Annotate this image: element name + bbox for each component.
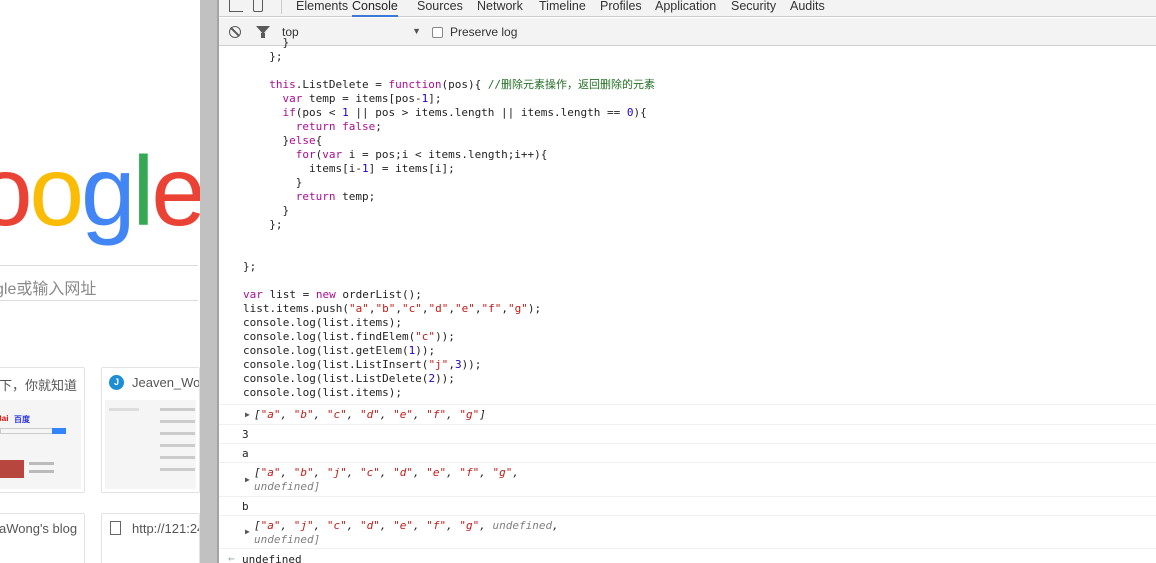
- code-line: }else{: [256, 134, 323, 147]
- most-visited-tile[interactable]: 下，你就知道 Bai 百度: [0, 367, 85, 493]
- tab-console[interactable]: Console: [352, 0, 398, 17]
- clear-console-icon[interactable]: [229, 26, 241, 38]
- code-line: return false;: [295, 120, 382, 133]
- code-line: }: [256, 204, 290, 217]
- most-visited-tile[interactable]: http://121:24: [101, 513, 200, 563]
- toolbar-divider: [281, 0, 282, 14]
- search-box-bottom-border: [0, 300, 198, 301]
- code-line: };: [256, 218, 283, 231]
- document-icon: [110, 521, 121, 535]
- code-line: var list = new orderList();: [243, 288, 422, 301]
- dropdown-arrow-icon: ▼: [412, 26, 421, 36]
- most-visited-tile[interactable]: aWong's blog: [0, 513, 85, 563]
- devtools-tab-bar: Elements Console Sources Network Timelin…: [219, 0, 1156, 17]
- array-output-line[interactable]: undefined]: [254, 533, 320, 547]
- echoed-code-block: } }; this.ListDelete = function(pos){ //…: [243, 36, 1143, 400]
- console-output: } }; this.ListDelete = function(pos){ //…: [219, 36, 1156, 563]
- array-output-line[interactable]: undefined]: [254, 480, 320, 494]
- logo-letter: g: [81, 136, 135, 246]
- string-output: b: [242, 500, 249, 513]
- code-line: console.log(list.findElem("c"));: [243, 330, 455, 343]
- console-result: ← undefined: [219, 548, 1156, 563]
- console-message: a: [219, 443, 1156, 462]
- tab-audits[interactable]: Audits: [790, 0, 825, 17]
- logo-letter: o: [29, 136, 84, 246]
- code-line: };: [243, 260, 257, 273]
- tab-security[interactable]: Security: [731, 0, 776, 17]
- most-visited-tile[interactable]: J Jeaven_Wo: [101, 367, 200, 493]
- logo-letter: o: [0, 136, 32, 246]
- code-line: }: [256, 36, 290, 49]
- console-message: b: [219, 496, 1156, 515]
- tab-network[interactable]: Network: [477, 0, 523, 17]
- string-output: a: [242, 447, 249, 460]
- code-line: console.log(list.ListDelete(2));: [243, 372, 455, 385]
- number-output: 3: [242, 428, 249, 441]
- tab-profiles[interactable]: Profiles: [600, 0, 642, 17]
- code-line: }: [256, 176, 303, 189]
- console-message: ▶ ["a", "b", "j", "c", "d", "e", "f", "g…: [219, 462, 1156, 496]
- filter-icon[interactable]: [256, 26, 270, 38]
- expand-triangle-icon[interactable]: ▶: [245, 473, 250, 487]
- code-line: if(pos < 1 || pos > items.length || item…: [282, 106, 647, 119]
- array-output[interactable]: ["a", "b", "c", "d", "e", "f", "g"]: [254, 408, 486, 422]
- logo-letter: e: [151, 136, 200, 246]
- logo-letter: l: [132, 136, 155, 246]
- code-line: return temp;: [295, 190, 376, 203]
- tile-title: aWong's blog: [0, 521, 78, 536]
- tile-title: http://121:24: [132, 521, 200, 536]
- code-line: console.log(list.getElem(1));: [243, 344, 436, 357]
- device-toolbar-icon[interactable]: [253, 0, 263, 12]
- console-message: ▶ ["a", "b", "c", "d", "e", "f", "g"]: [219, 404, 1156, 424]
- result-arrow-icon: ←: [228, 552, 235, 563]
- console-message: 3: [219, 424, 1156, 443]
- code-line: var temp = items[pos-1];: [282, 92, 442, 105]
- code-line: list.items.push("a","b","c","d","e","f",…: [243, 302, 542, 315]
- tile-thumbnail: Bai 百度: [0, 400, 81, 489]
- expand-triangle-icon[interactable]: ▶: [245, 525, 250, 539]
- google-logo: oogle: [0, 142, 200, 240]
- code-line: console.log(list.items);: [243, 316, 402, 329]
- code-line: items[i-1] = items[i];: [256, 162, 455, 175]
- tile-title: 下，你就知道: [0, 378, 78, 393]
- tab-timeline[interactable]: Timeline: [539, 0, 586, 17]
- tab-elements[interactable]: Elements: [296, 0, 348, 17]
- code-line: console.log(list.ListInsert("j",3));: [243, 358, 482, 371]
- search-input[interactable]: gle或输入网址: [0, 275, 96, 299]
- browser-new-tab-page: oogle gle或输入网址 下，你就知道 Bai 百度 J Jeaven_Wo…: [0, 0, 200, 563]
- code-line: };: [256, 50, 283, 63]
- code-line: console.log(list.items);: [243, 386, 402, 399]
- devtools-panel: Elements Console Sources Network Timelin…: [219, 0, 1156, 563]
- site-favicon-icon: J: [109, 375, 124, 390]
- array-output-line[interactable]: ["a", "j", "c", "d", "e", "f", "g", unde…: [254, 519, 559, 533]
- result-output: undefined: [242, 553, 302, 563]
- tab-application[interactable]: Application: [655, 0, 716, 17]
- code-line: this.ListDelete = function(pos){ //删除元素操…: [269, 78, 656, 91]
- inspect-element-icon[interactable]: [229, 0, 243, 12]
- code-line: for(var i = pos;i < items.length;i++){: [295, 148, 548, 161]
- tile-title: Jeaven_Wo: [132, 375, 200, 390]
- search-box-top-border: [0, 265, 198, 266]
- tile-thumbnail: [105, 400, 196, 489]
- console-message: ▶ ["a", "j", "c", "d", "e", "f", "g", un…: [219, 515, 1156, 548]
- array-output-line[interactable]: ["a", "b", "j", "c", "d", "e", "f", "g",: [254, 466, 519, 480]
- expand-triangle-icon[interactable]: ▶: [245, 408, 250, 422]
- page-scrollbar[interactable]: [200, 0, 217, 563]
- tab-sources[interactable]: Sources: [417, 0, 463, 17]
